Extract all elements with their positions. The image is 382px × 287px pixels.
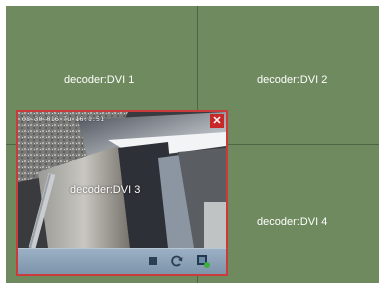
stop-icon (149, 257, 157, 265)
preview-toolbar (18, 248, 226, 274)
cell-label-dvi-1: decoder:DVI 1 (64, 74, 135, 86)
refresh-button[interactable] (170, 254, 184, 268)
close-icon: ✕ (212, 115, 222, 127)
cell-label-dvi-2: decoder:DVI 2 (257, 74, 328, 86)
video-preview-window[interactable]: 08-30-016 Tu 16:1:51 decoder:DVI 3 ✕ (16, 110, 228, 276)
cell-label-dvi-4: decoder:DVI 4 (257, 216, 328, 228)
snapshot-button[interactable] (196, 254, 210, 268)
close-button[interactable]: ✕ (210, 114, 224, 128)
stop-button[interactable] (146, 254, 160, 268)
camera-video-feed: 08-30-016 Tu 16:1:51 decoder:DVI 3 ✕ (18, 112, 226, 248)
camera-frame (18, 112, 226, 248)
timestamp-overlay: 08-30-016 Tu 16:1:51 (22, 115, 105, 123)
refresh-icon (171, 255, 183, 267)
cell-label-dvi-3: decoder:DVI 3 (70, 184, 141, 196)
snapshot-icon (197, 255, 210, 268)
